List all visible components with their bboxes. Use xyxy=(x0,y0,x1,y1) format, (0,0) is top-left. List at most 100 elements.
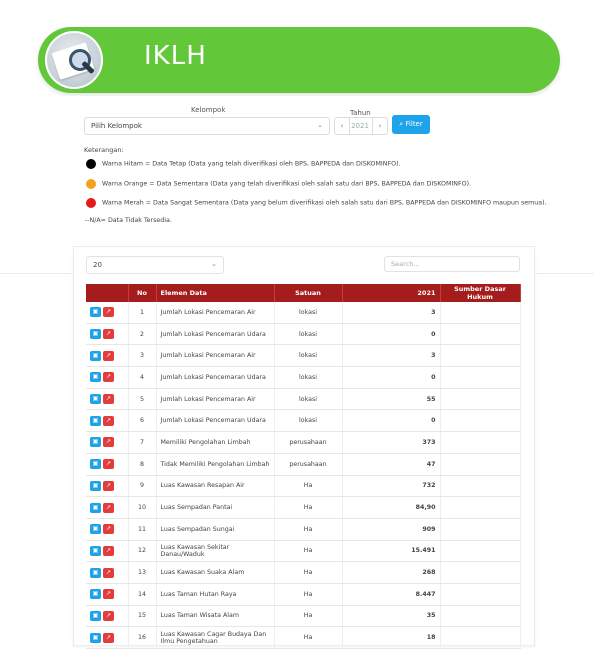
table-row: ▣ ↗ 11 Luas Sempadan Sungai Ha 909 xyxy=(86,518,521,541)
row-actions: ▣ ↗ xyxy=(86,518,129,541)
row-value: 3 xyxy=(342,302,441,324)
chart-icon[interactable]: ↗ xyxy=(103,329,114,340)
row-sumber xyxy=(440,453,521,476)
tahun-label: Tahun xyxy=(350,109,371,117)
row-sumber xyxy=(440,583,521,606)
map-icon[interactable]: ▣ xyxy=(90,589,101,600)
chart-icon[interactable]: ↗ xyxy=(103,480,114,491)
table-row: ▣ ↗ 14 Luas Taman Hutan Raya Ha 8.447 xyxy=(86,583,521,606)
search-input[interactable] xyxy=(384,256,520,272)
chart-icon[interactable]: ↗ xyxy=(103,545,114,556)
table-row: ▣ ↗ 3 Jumlah Lokasi Pencemaran Air lokasi 3 xyxy=(86,344,521,368)
col-no[interactable]: No xyxy=(128,284,157,302)
row-elemen-data: Luas Sempadan Pantai xyxy=(156,496,275,519)
chart-icon[interactable]: ↗ xyxy=(103,502,114,513)
col-elemen-data[interactable]: Elemen Data xyxy=(156,284,275,302)
row-actions: ▣ ↗ xyxy=(86,583,129,606)
map-icon[interactable]: ▣ xyxy=(90,567,101,578)
year-next-button[interactable]: › xyxy=(372,117,388,135)
row-value: 84,90 xyxy=(342,496,441,519)
row-no: 9 xyxy=(128,475,157,498)
row-actions: ▣ ↗ xyxy=(86,626,129,649)
row-no: 5 xyxy=(128,388,157,411)
chart-icon[interactable]: ↗ xyxy=(103,459,114,470)
row-value: 3 xyxy=(342,344,441,368)
row-satuan: lokasi xyxy=(274,409,343,433)
row-actions: ▣ ↗ xyxy=(86,302,129,324)
table-row: ▣ ↗ 12 Luas Kawasan Sekitar Danau/Waduk Ha 15… xyxy=(86,540,521,563)
page-title: IKLH xyxy=(144,41,207,71)
row-elemen-data: Jumlah Lokasi Pencemaran Udara xyxy=(156,323,275,346)
filter-button-label: Filter xyxy=(405,120,423,128)
chart-icon[interactable]: ↗ xyxy=(103,524,114,535)
avatar xyxy=(45,31,103,89)
map-icon[interactable]: ▣ xyxy=(90,480,101,491)
row-no: 3 xyxy=(128,344,157,368)
col-satuan[interactable]: Satuan xyxy=(274,284,343,302)
legend-item-red: Warna Merah = Data Sangat Sementara (Dat… xyxy=(86,198,547,208)
map-icon[interactable]: ▣ xyxy=(90,524,101,535)
map-icon[interactable]: ▣ xyxy=(90,350,101,361)
map-icon[interactable]: ▣ xyxy=(90,545,101,556)
map-icon[interactable]: ▣ xyxy=(90,372,101,383)
chart-icon[interactable]: ↗ xyxy=(103,610,114,621)
chart-icon[interactable]: ↗ xyxy=(103,350,114,361)
row-value: 18 xyxy=(342,626,441,649)
map-icon[interactable]: ▣ xyxy=(90,502,101,513)
kelompok-select[interactable]: Pilih Kelompok ⌄ xyxy=(84,117,330,135)
table-row: ▣ ↗ 16 Luas Kawasan Cagar Budaya Dan Ilmu P… xyxy=(86,626,521,649)
map-icon[interactable]: ▣ xyxy=(90,307,101,318)
col-2021[interactable]: 2021 xyxy=(342,284,441,302)
chart-icon[interactable]: ↗ xyxy=(103,632,114,643)
row-elemen-data: Memiliki Pengolahan Limbah xyxy=(156,431,275,454)
red-dot-icon xyxy=(86,198,96,208)
page-size-value: 20 xyxy=(93,261,102,269)
map-icon[interactable]: ▣ xyxy=(90,394,101,405)
chart-icon[interactable]: ↗ xyxy=(103,372,114,383)
row-satuan: Ha xyxy=(274,583,343,606)
row-actions: ▣ ↗ xyxy=(86,388,129,411)
row-sumber xyxy=(440,366,521,389)
row-no: 2 xyxy=(128,323,157,346)
map-icon[interactable]: ▣ xyxy=(90,459,101,470)
row-sumber xyxy=(440,605,521,628)
row-value: 47 xyxy=(342,453,441,476)
map-icon[interactable]: ▣ xyxy=(90,329,101,340)
chart-icon[interactable]: ↗ xyxy=(103,415,114,426)
row-elemen-data: Jumlah Lokasi Pencemaran Air xyxy=(156,388,275,411)
row-satuan: perusahaan xyxy=(274,431,343,454)
row-elemen-data: Luas Kawasan Cagar Budaya Dan Ilmu Penge… xyxy=(156,626,275,649)
table-row: ▣ ↗ 15 Luas Taman Wisata Alam Ha 35 xyxy=(86,605,521,628)
map-icon[interactable]: ▣ xyxy=(90,437,101,448)
row-elemen-data: Jumlah Lokasi Pencemaran Udara xyxy=(156,366,275,389)
row-value: 268 xyxy=(342,561,441,584)
row-sumber xyxy=(440,388,521,411)
map-icon[interactable]: ▣ xyxy=(90,415,101,426)
row-elemen-data: Luas Sempadan Sungai xyxy=(156,518,275,541)
filter-button[interactable]: ⌕ Filter xyxy=(392,115,430,134)
row-no: 13 xyxy=(128,561,157,584)
row-sumber xyxy=(440,518,521,541)
col-sumber-dasar-hukum[interactable]: Sumber Dasar Hukum xyxy=(440,284,521,302)
na-note: --N/A= Data Tidak Tersedia. xyxy=(85,217,172,224)
chart-icon[interactable]: ↗ xyxy=(103,307,114,318)
row-actions: ▣ ↗ xyxy=(86,540,129,563)
legend-text: Warna Merah = Data Sangat Sementara (Dat… xyxy=(102,199,547,207)
chart-icon[interactable]: ↗ xyxy=(103,567,114,578)
chart-icon[interactable]: ↗ xyxy=(103,437,114,448)
row-satuan: lokasi xyxy=(274,388,343,411)
table-body: ▣ ↗ 1 Jumlah Lokasi Pencemaran Air lokasi 3 ▣ ↗… xyxy=(86,302,521,649)
chevron-down-icon: ⌄ xyxy=(317,121,323,129)
chart-icon[interactable]: ↗ xyxy=(103,589,114,600)
map-icon[interactable]: ▣ xyxy=(90,632,101,643)
legend-text: Warna Orange = Data Sementara (Data yang… xyxy=(102,180,472,188)
row-sumber xyxy=(440,626,521,649)
page-size-select[interactable]: 20 ⌄ xyxy=(86,256,224,274)
row-value: 15.491 xyxy=(342,540,441,563)
row-elemen-data: Luas Kawasan Suaka Alam xyxy=(156,561,275,584)
row-elemen-data: Luas Taman Hutan Raya xyxy=(156,583,275,606)
data-table: No Elemen Data Satuan 2021 Sumber Dasar … xyxy=(86,284,521,649)
map-icon[interactable]: ▣ xyxy=(90,610,101,621)
chart-icon[interactable]: ↗ xyxy=(103,394,114,405)
kelompok-label: Kelompok xyxy=(191,106,226,114)
